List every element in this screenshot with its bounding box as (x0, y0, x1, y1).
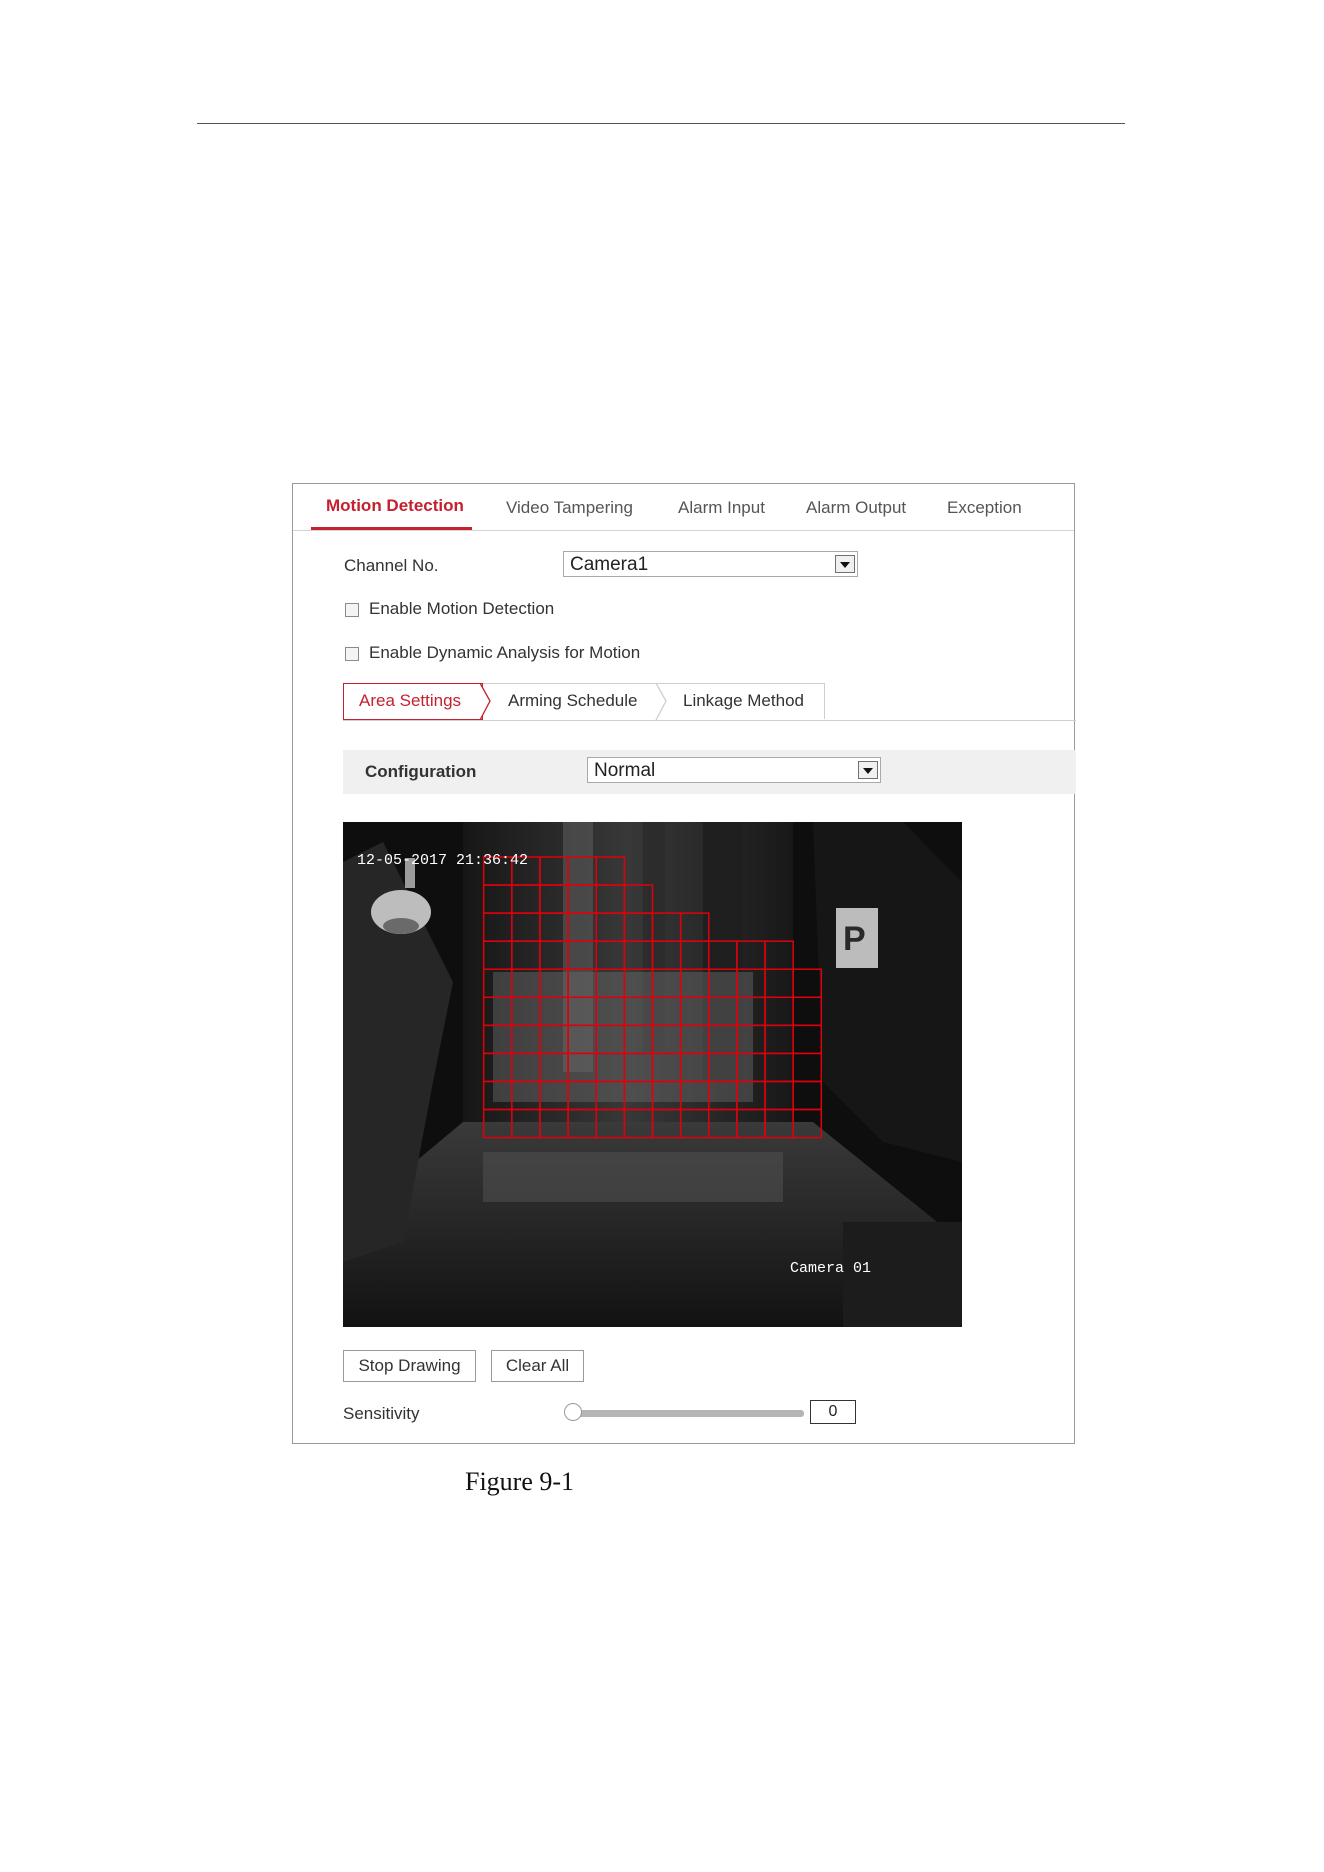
channel-value: Camera1 (570, 554, 649, 575)
tab-exception[interactable]: Exception (947, 498, 1022, 518)
camera-scene: P 12-05-2017 21:36:42 Camera 01 (343, 822, 962, 1327)
event-settings-panel: Motion Detection Video Tampering Alarm I… (292, 483, 1076, 1444)
svg-text:P: P (843, 920, 866, 958)
chevron-down-icon[interactable] (835, 555, 855, 573)
enable-dynamic-label: Enable Dynamic Analysis for Motion (369, 643, 641, 662)
parking-sign-icon: P (836, 908, 878, 968)
stop-drawing-button[interactable]: Stop Drawing (343, 1350, 476, 1382)
subtab-linkage-method[interactable]: Linkage Method (683, 691, 804, 711)
subtab-chevron-icon (479, 683, 491, 720)
figure-caption: Figure 9-1 (465, 1467, 575, 1496)
sensitivity-slider-track[interactable] (572, 1410, 804, 1417)
subtab-area-settings[interactable]: Area Settings (359, 691, 461, 711)
configuration-select[interactable]: Normal (587, 757, 881, 783)
sensitivity-value-field[interactable]: 0 (810, 1400, 856, 1424)
subtab-chevron-icon (655, 683, 667, 720)
configuration-value: Normal (594, 760, 656, 781)
chevron-down-icon[interactable] (858, 761, 878, 779)
enable-motion-checkbox[interactable] (345, 603, 359, 617)
channel-label: Channel No. (344, 556, 439, 575)
channel-select[interactable]: Camera1 (563, 551, 858, 577)
enable-dynamic-checkbox[interactable] (345, 647, 359, 661)
video-timestamp: 12-05-2017 21:36:42 (357, 852, 528, 869)
enable-motion-label: Enable Motion Detection (369, 599, 555, 618)
sensitivity-slider-handle[interactable] (564, 1403, 582, 1421)
video-camera-name: Camera 01 (790, 1260, 871, 1277)
event-tabs: Motion Detection Video Tampering Alarm I… (293, 484, 1074, 531)
active-tab-underline (311, 527, 472, 530)
configuration-label: Configuration (365, 762, 477, 781)
clear-all-button[interactable]: Clear All (491, 1350, 584, 1382)
page-header-rule (197, 123, 1125, 124)
area-subtabs: Area Settings Arming Schedule Linkage Me… (343, 683, 1076, 721)
video-preview[interactable]: P 12-05-2017 21:36:42 Camera 01 (343, 822, 962, 1327)
subtab-arming-schedule[interactable]: Arming Schedule (508, 691, 637, 711)
tab-alarm-input[interactable]: Alarm Input (678, 498, 765, 518)
tab-motion-detection[interactable]: Motion Detection (326, 496, 464, 516)
tab-alarm-output[interactable]: Alarm Output (806, 498, 906, 518)
sensitivity-label: Sensitivity (343, 1404, 420, 1423)
tab-video-tampering[interactable]: Video Tampering (506, 498, 633, 518)
